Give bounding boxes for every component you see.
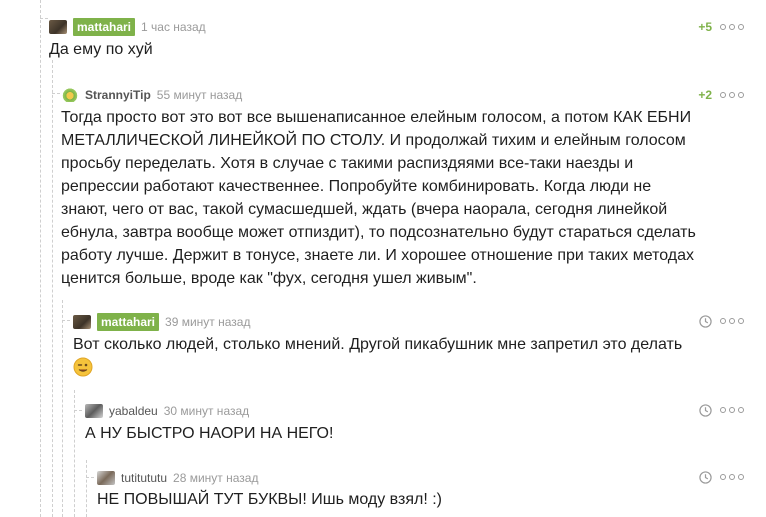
comment-text: А НУ БЫСТРО НАОРИ НА НЕГО! <box>85 425 334 442</box>
more-options-icon[interactable] <box>720 92 744 98</box>
comment-header: yabaldeu 30 минут назад <box>85 402 249 420</box>
thread-line <box>86 460 88 517</box>
comment-actions <box>699 401 744 419</box>
avatar[interactable] <box>97 471 115 485</box>
avatar[interactable] <box>49 20 67 34</box>
comment-line: ценится больше, вроде как "фух, сегодня … <box>61 270 477 287</box>
thread-branch <box>86 477 94 479</box>
thread-line <box>62 300 64 517</box>
avatar[interactable] <box>73 315 91 329</box>
more-options-icon[interactable] <box>720 318 744 324</box>
comment-line: МЕТАЛЛИЧЕСКОЙ ЛИНЕЙКОЙ ПО СТОЛУ. И продо… <box>61 132 686 149</box>
comment-actions: +5 <box>698 18 744 36</box>
comment-text: Вот сколько людей, столько мнений. Друго… <box>73 336 683 353</box>
comment-line: репрессии работают качественнее. Попробу… <box>61 178 652 195</box>
timestamp[interactable]: 1 час назад <box>141 20 206 34</box>
rating: +5 <box>698 20 712 34</box>
comment-line: просьбу переделать. Хотя в случае с таки… <box>61 155 634 172</box>
comment-header: tutitututu 28 минут назад <box>97 469 258 487</box>
username[interactable]: mattahari <box>73 18 136 36</box>
thread-branch <box>40 18 48 20</box>
username[interactable]: mattahari <box>97 313 160 331</box>
more-options-icon[interactable] <box>720 474 744 480</box>
thread-branch <box>62 320 70 322</box>
more-options-icon[interactable] <box>720 407 744 413</box>
comment-line: знают, чего от вас, такой сумасшедшей, ж… <box>61 201 668 218</box>
clock-icon[interactable] <box>699 403 712 417</box>
timestamp[interactable]: 55 минут назад <box>157 88 242 102</box>
comment-header: mattahari 1 час назад <box>49 18 206 36</box>
timestamp[interactable]: 39 минут назад <box>165 315 250 329</box>
clock-icon[interactable] <box>699 314 712 328</box>
thread-line <box>52 60 54 517</box>
comment-text: Да ему по хуй <box>49 41 153 58</box>
comment-header: mattahari 39 минут назад <box>73 313 250 331</box>
avatar[interactable] <box>61 88 79 102</box>
comment-actions: +2 <box>698 86 744 104</box>
thread-branch <box>74 410 82 412</box>
timestamp[interactable]: 30 минут назад <box>164 404 249 418</box>
rating: +2 <box>698 88 712 102</box>
avatar[interactable] <box>85 404 103 418</box>
username[interactable]: StrannyiTip <box>85 88 151 102</box>
clock-icon[interactable] <box>699 470 712 484</box>
comment-actions <box>699 312 744 330</box>
thread-line <box>40 0 42 517</box>
comment-header: StrannyiTip 55 минут назад <box>61 86 242 104</box>
comment-text: Тогда просто вот это вот все вышенаписан… <box>61 106 696 290</box>
thread-branch <box>52 93 60 95</box>
comment-text: НЕ ПОВЫШАЙ ТУТ БУКВЫ! Ишь моду взял! :) <box>97 491 442 508</box>
username[interactable]: tutitututu <box>121 471 167 485</box>
comment-line: работу лучше. Держит в тонусе, знаете ли… <box>61 247 695 264</box>
timestamp[interactable]: 28 минут назад <box>173 471 258 485</box>
username[interactable]: yabaldeu <box>109 404 158 418</box>
comment-line: Тогда просто вот это вот все вышенаписан… <box>61 109 692 126</box>
comment-actions <box>699 468 744 486</box>
more-options-icon[interactable] <box>720 24 744 30</box>
wink-emoji-icon <box>73 357 93 377</box>
comment-line: ебнула, завтра вообще может отпиздит), т… <box>61 224 696 241</box>
